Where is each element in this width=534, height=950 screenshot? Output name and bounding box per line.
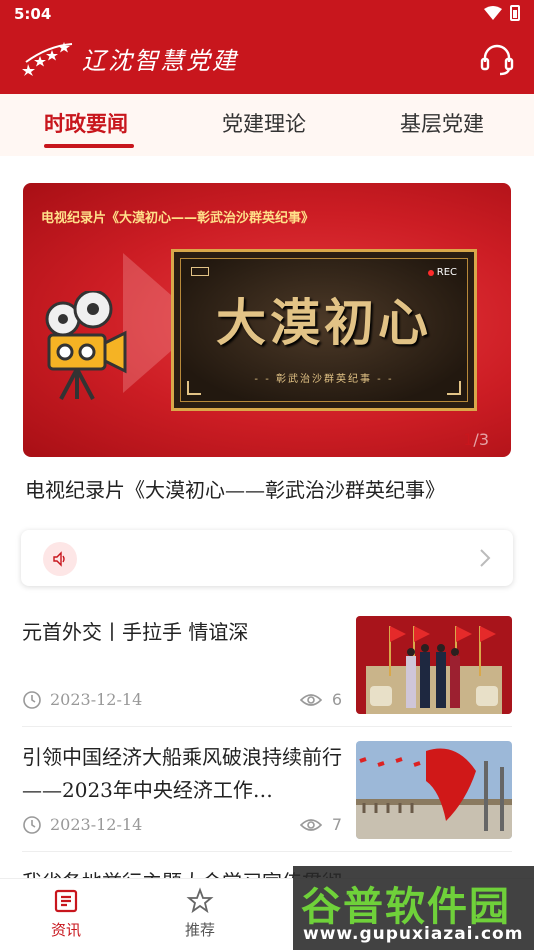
news-meta: 2023-12-14 7 bbox=[22, 815, 342, 835]
eye-icon bbox=[300, 694, 322, 706]
status-time: 5:04 bbox=[14, 5, 52, 23]
rec-indicator: REC bbox=[427, 267, 457, 278]
app-name: 辽沈智慧党建 bbox=[82, 46, 238, 75]
tab-grassroots[interactable]: 基层党建 bbox=[400, 108, 484, 138]
watermark-url: www.gupuxiazai.com bbox=[303, 924, 524, 944]
news-thumbnail bbox=[356, 741, 512, 839]
clock-icon bbox=[23, 816, 41, 834]
news-meta: 2023-12-14 6 bbox=[22, 690, 342, 710]
news-date: 2023-12-14 bbox=[50, 690, 143, 709]
nav-recommend[interactable]: 推荐 bbox=[160, 887, 240, 940]
film-projector-icon bbox=[45, 291, 127, 400]
news-views: 7 bbox=[331, 815, 342, 834]
nav-recommend-label: 推荐 bbox=[184, 921, 215, 939]
news-item[interactable]: 引领中国经济大船乘风破浪持续前行——2023年中央经济工作… 2023-12-1… bbox=[22, 741, 512, 851]
nav-news-label: 资讯 bbox=[50, 921, 81, 939]
announcement-bar[interactable] bbox=[21, 530, 513, 586]
speaker-icon bbox=[43, 542, 77, 576]
documentary-subtitle: - - 彰武治沙群英纪事 - - bbox=[254, 374, 394, 385]
nav-news[interactable]: 资讯 bbox=[26, 887, 106, 940]
news-title: 元首外交丨手拉手 情谊深 bbox=[22, 620, 249, 644]
banner-title[interactable]: 电视纪录片《大漠初心——彰武治沙群英纪事》 bbox=[25, 474, 445, 503]
wifi-icon bbox=[484, 6, 502, 20]
tab-politics-news[interactable]: 时政要闻 bbox=[44, 108, 128, 138]
chevron-right-icon bbox=[480, 549, 491, 567]
battery-icon bbox=[510, 5, 520, 21]
news-views: 6 bbox=[331, 690, 342, 709]
documentary-title-art: 大漠初心 bbox=[216, 293, 432, 352]
clock-icon bbox=[23, 691, 41, 709]
news-title: 引领中国经济大船乘风破浪持续前行——2023年中央经济工作… bbox=[22, 745, 342, 802]
camera-battery-icon bbox=[191, 267, 209, 276]
list-divider bbox=[22, 726, 512, 727]
eye-icon bbox=[300, 819, 322, 831]
customer-service-icon[interactable] bbox=[480, 44, 514, 76]
featured-banner[interactable]: 电视纪录片《大漠初心——彰武治沙群英纪事》 REC 大漠初心 - - 彰武治沙群… bbox=[23, 183, 511, 457]
news-item[interactable]: 元首外交丨手拉手 情谊深 2023-12-14 6 bbox=[22, 616, 512, 726]
active-tab-indicator bbox=[44, 144, 134, 148]
star-icon bbox=[186, 887, 214, 914]
documentary-screen: REC 大漠初心 - - 彰武治沙群英纪事 - - bbox=[171, 249, 477, 411]
app-logo: 辽沈智慧党建 bbox=[22, 40, 238, 76]
tab-party-theory[interactable]: 党建理论 bbox=[222, 108, 306, 138]
banner-pager: 1/3 bbox=[463, 430, 489, 449]
status-icons bbox=[484, 5, 520, 21]
list-divider bbox=[22, 851, 512, 852]
banner-caption: 电视纪录片《大漠初心——彰武治沙群英纪事》 bbox=[41, 211, 315, 226]
watermark-overlay: 谷普软件园 www.gupuxiazai.com bbox=[293, 866, 534, 950]
category-tabs: 时政要闻 党建理论 基层党建 bbox=[0, 94, 534, 156]
news-date: 2023-12-14 bbox=[50, 815, 143, 834]
news-icon bbox=[54, 889, 78, 913]
logo-stars-icon bbox=[22, 42, 73, 76]
status-bar: 5:04 bbox=[0, 0, 534, 28]
news-thumbnail bbox=[356, 616, 512, 714]
app-header: 5:04 辽沈智慧党建 bbox=[0, 0, 534, 94]
